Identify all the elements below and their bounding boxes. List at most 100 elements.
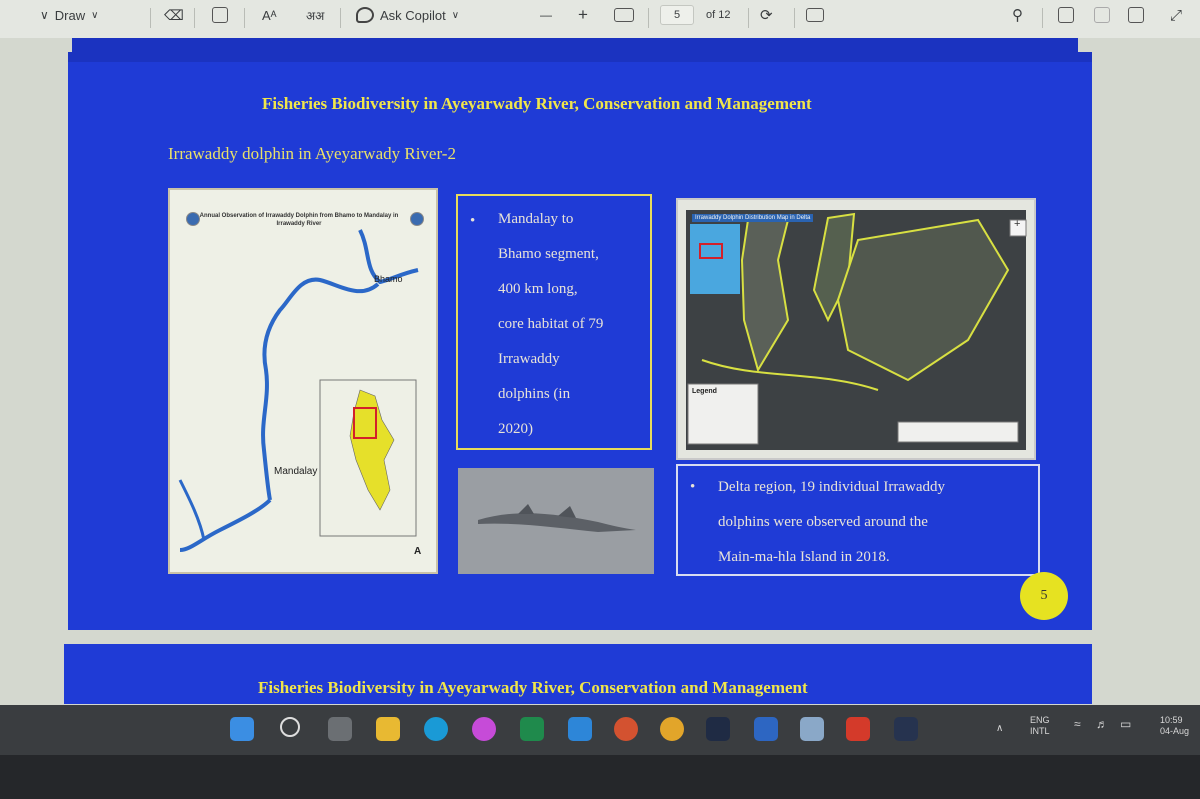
textbox-line: Bhamo segment, — [498, 246, 599, 262]
page-number-input[interactable]: 5 — [660, 0, 694, 30]
file-explorer-icon[interactable] — [376, 717, 400, 741]
slide-title: Fisheries Biodiversity in Ayeyarwady Riv… — [258, 678, 808, 697]
chevron-down-icon: ∨ — [451, 9, 460, 21]
word-icon[interactable] — [754, 717, 778, 741]
copilot-icon — [356, 7, 374, 23]
dolphin-observation-map: Annual Observation of Irrawaddy Dolphin … — [168, 188, 438, 574]
chevron-down-icon: ∨ — [40, 8, 49, 22]
save-as-icon — [1094, 7, 1110, 23]
textbox-content: Mandalay to Bhamo segment, 400 km long, … — [498, 202, 603, 447]
save-as-button[interactable] — [1094, 0, 1110, 30]
ask-copilot-button[interactable]: Ask Copilot ∨ — [356, 0, 459, 30]
edge-icon[interactable] — [424, 717, 448, 741]
chevron-up-icon[interactable]: ∧ — [996, 723, 1003, 734]
toolbar-divider — [244, 8, 245, 28]
page-total: of 12 — [706, 9, 731, 21]
zoom-plus-icon: + — [1014, 218, 1021, 230]
pdf-toolbar: ∨ Draw ∨ ⌫ Aᴬ अअ Ask Copilot ∨ — + 5 of … — [0, 0, 1200, 38]
premiere-icon[interactable] — [894, 717, 918, 741]
expand-icon: ⤢ — [1170, 6, 1183, 24]
draw-button[interactable]: ∨ Draw ∨ — [40, 0, 98, 30]
slide-page-badge: 5 — [1020, 572, 1068, 620]
clock-time: 10:59 — [1160, 715, 1183, 725]
textbox-line: 2020) — [498, 421, 533, 437]
fullscreen-button[interactable]: ⤢ — [1170, 0, 1182, 30]
textbox-line: Delta region, 19 individual Irrawaddy — [718, 479, 946, 495]
copilot-icon[interactable] — [472, 717, 496, 741]
textbox-content: Delta region, 19 individual Irrawaddy do… — [718, 470, 945, 575]
youtube-icon[interactable] — [846, 717, 870, 741]
save-button[interactable] — [1128, 0, 1144, 30]
toolbar-divider — [340, 8, 341, 28]
slide-title: Fisheries Biodiversity in Ayeyarwady Riv… — [262, 94, 812, 113]
wifi-icon[interactable]: ≈ — [1074, 718, 1081, 730]
battery-icon[interactable]: ▭ — [1120, 718, 1131, 730]
previous-slide-edge — [72, 38, 1078, 52]
language-code: ENG — [1030, 715, 1050, 725]
fit-to-page-icon — [614, 8, 634, 22]
zoom-out-button[interactable]: — — [540, 0, 552, 30]
river-path — [178, 229, 419, 552]
mandalay-bhamo-textbox: • Mandalay to Bhamo segment, 400 km long… — [456, 194, 652, 450]
fit-page-button[interactable] — [614, 0, 634, 30]
two-page-icon — [806, 8, 824, 22]
toolbar-divider — [648, 8, 649, 28]
save-icon — [1128, 7, 1144, 23]
delta-region-textbox: • Delta region, 19 individual Irrawaddy … — [676, 464, 1040, 576]
textbox-line: Irrawaddy — [498, 351, 560, 367]
clock[interactable]: 10:59 04-Aug — [1160, 715, 1189, 737]
textbox-line: 400 km long, — [498, 281, 578, 297]
dolphin-image — [458, 468, 654, 574]
slide-page-5: Fisheries Biodiversity in Ayeyarwady Riv… — [68, 52, 1092, 630]
toolbar-divider — [1042, 8, 1043, 28]
view-button[interactable] — [212, 0, 228, 30]
monitor-bezel — [0, 755, 1200, 799]
slide-page-6: Fisheries Biodiversity in Ayeyarwady Riv… — [64, 644, 1092, 704]
rotate-icon: ⟳ — [760, 7, 773, 24]
toolbar-divider — [748, 8, 749, 28]
textbox-line: Main-ma-hla Island in 2018. — [718, 549, 890, 565]
screen: ∨ Draw ∨ ⌫ Aᴬ अअ Ask Copilot ∨ — + 5 of … — [0, 0, 1200, 705]
map-label-mandalay: Mandalay — [274, 466, 318, 477]
zoom-in-button[interactable]: + — [578, 0, 588, 30]
satellite-map — [686, 210, 1027, 450]
windows-start-icon[interactable] — [230, 717, 254, 741]
textbox-line: Mandalay to — [498, 211, 574, 227]
read-aloud-button[interactable]: Aᴬ — [262, 0, 277, 30]
toolbar-divider — [150, 8, 151, 28]
map-label-bhamo: Bhamo — [374, 274, 403, 284]
photoshop-icon[interactable] — [706, 717, 730, 741]
excel-icon[interactable] — [520, 717, 544, 741]
dropdown-chevron-icon: ∨ — [91, 9, 99, 21]
chrome-icon[interactable] — [660, 717, 684, 741]
taskbar: ∧ ENG INTL ≈ ♬ ▭ 10:59 04-Aug — [0, 705, 1200, 755]
document-viewer[interactable]: Fisheries Biodiversity in Ayeyarwady Riv… — [0, 38, 1200, 705]
textbox-line: dolphins were observed around the — [718, 514, 928, 530]
search-icon[interactable] — [280, 717, 300, 737]
print-icon — [1058, 7, 1074, 23]
dolphin-photo — [458, 468, 654, 574]
task-view-icon[interactable] — [328, 717, 352, 741]
textbox-line: dolphins (in — [498, 386, 571, 402]
map2-legend-title: Legend — [692, 388, 717, 395]
toolbar-divider — [794, 8, 795, 28]
network-app-icon[interactable] — [800, 717, 824, 741]
keyboard-layout: INTL — [1030, 726, 1050, 736]
language-indicator[interactable]: ENG INTL — [1030, 715, 1050, 737]
erase-button[interactable]: ⌫ — [164, 0, 184, 30]
volume-icon[interactable]: ♬ — [1096, 718, 1108, 730]
north-arrow: A — [414, 546, 422, 557]
toolbar-divider — [194, 8, 195, 28]
clock-date: 04-Aug — [1160, 726, 1190, 736]
rotate-button[interactable]: ⟳ — [760, 0, 773, 30]
page-view-icon — [212, 7, 228, 23]
translate-button[interactable]: अअ — [306, 0, 324, 30]
print-button[interactable] — [1058, 0, 1074, 30]
search-button[interactable]: ⚲ — [1012, 0, 1023, 30]
delta-distribution-map: Irrawaddy Dolphin Distribution Map in De… — [676, 198, 1036, 460]
outlook-icon[interactable] — [568, 717, 592, 741]
page-layout-button[interactable] — [806, 0, 824, 30]
search-icon: ⚲ — [1012, 7, 1023, 24]
powerpoint-icon[interactable] — [614, 717, 638, 741]
eraser-icon: ⌫ — [164, 6, 184, 23]
